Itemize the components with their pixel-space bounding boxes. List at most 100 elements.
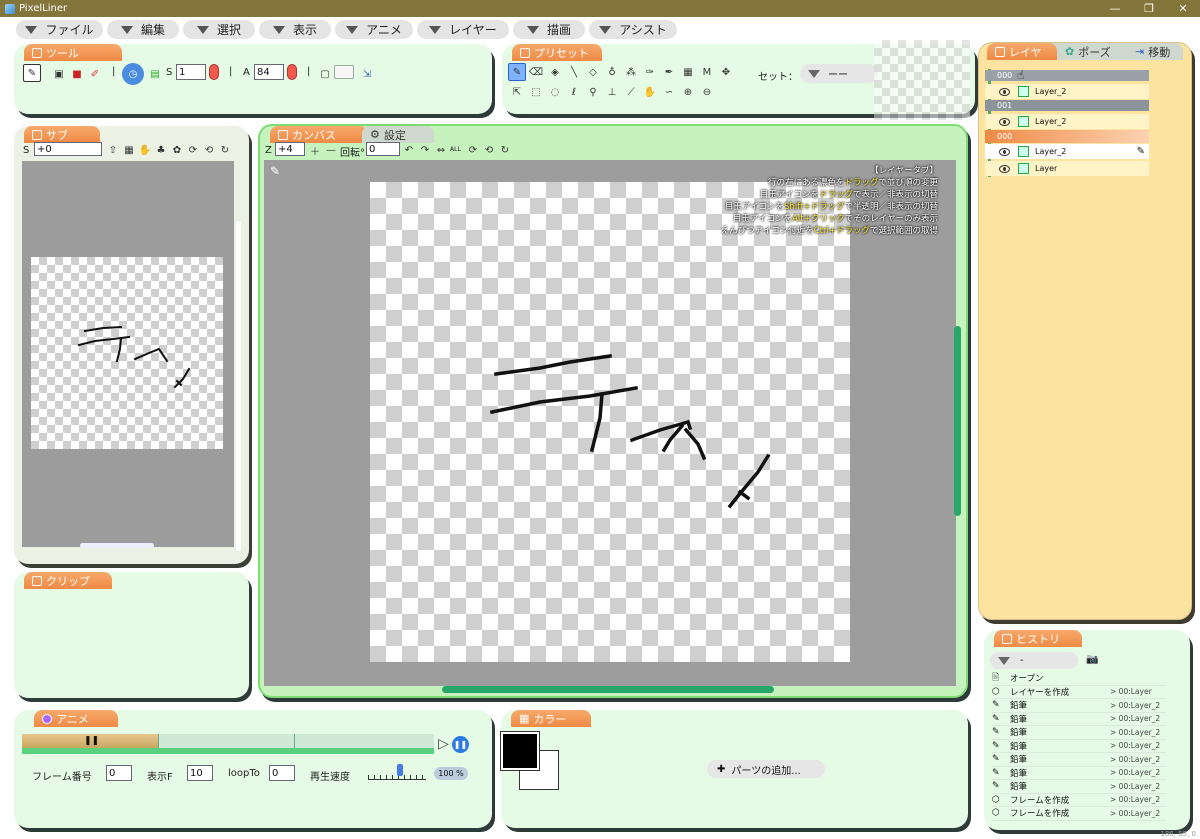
color-pen-icon[interactable]: ■ <box>68 65 86 83</box>
lasso-icon[interactable]: ℓ <box>565 83 583 101</box>
menu-anime[interactable]: アニメ <box>335 20 413 39</box>
canvas-hscrollbar[interactable] <box>442 686 774 693</box>
menu-draw[interactable]: 描画 <box>513 20 585 39</box>
close-button[interactable]: ✕ <box>1166 0 1200 17</box>
zoom-minus-icon[interactable]: — <box>322 141 340 159</box>
brush-icon[interactable]: ✑ <box>641 63 659 81</box>
menu-select[interactable]: 選択 <box>183 20 255 39</box>
history-item[interactable]: ✎ 鉛筆 > 00:Layer_2 <box>992 740 1166 753</box>
stamp-icon[interactable]: ⊥ <box>603 83 621 101</box>
history-item[interactable]: ✎ 鉛筆 > 00:Layer_2 <box>992 753 1166 767</box>
history-item[interactable]: ✎ 鉛筆 > 00:Layer_2 <box>992 713 1166 726</box>
zoom-in-icon[interactable]: ⊕ <box>679 83 697 101</box>
lock-icon[interactable]: ▤ <box>146 65 164 83</box>
refresh3-icon[interactable]: ↻ <box>496 141 514 159</box>
sub-vscrollbar[interactable] <box>236 221 241 551</box>
fill-pen-icon[interactable]: ✐ <box>86 65 104 83</box>
history-item[interactable]: ⬡ フレームを作成 > 00:Layer_2 <box>992 807 1166 821</box>
sub-preview-area[interactable] <box>22 161 234 548</box>
rect-select-icon[interactable]: ⬚ <box>527 83 545 101</box>
restore-button[interactable]: ❐ <box>1132 0 1166 17</box>
mirror-icon[interactable]: M <box>698 63 716 81</box>
spray-icon[interactable]: ⁂ <box>622 63 640 81</box>
history-item[interactable]: ⬡ レイヤーを作成 > 00:Layer <box>992 686 1166 699</box>
tab-pose[interactable]: ✿ ポーズ <box>1057 43 1127 60</box>
layer-row[interactable]: Layer_2 <box>985 114 1149 129</box>
layer-group-head-active[interactable]: 000 <box>985 130 1149 143</box>
wand-icon[interactable]: ⚲ <box>584 83 602 101</box>
history-select[interactable]: - <box>990 652 1078 669</box>
move-icon[interactable]: ⇲ <box>358 65 376 83</box>
layer-row[interactable]: Layer <box>985 161 1149 176</box>
zoom-input[interactable]: +4 <box>275 142 305 156</box>
eraser-icon[interactable]: ⌫ <box>527 63 545 81</box>
canvas-vscrollbar[interactable] <box>954 326 961 516</box>
layer-row-active[interactable]: Layer_2 ✎ <box>985 144 1149 159</box>
pencil-preset-icon[interactable]: ✎ <box>508 63 526 81</box>
show-frame-input[interactable]: 10 <box>187 765 213 781</box>
menu-view[interactable]: 表示 <box>259 20 331 39</box>
tab-history[interactable]: ヒストリ <box>994 630 1082 647</box>
zoom-out-icon[interactable]: ⊖ <box>698 83 716 101</box>
ellipse-select-icon[interactable]: ◌ <box>546 83 564 101</box>
eraser2-icon[interactable]: ◇ <box>584 63 602 81</box>
menu-file[interactable]: ファイル <box>16 20 103 39</box>
tab-tool[interactable]: ツール <box>24 44 122 61</box>
alpha-input[interactable]: 84 <box>254 64 284 80</box>
speed-slider-knob[interactable] <box>397 764 403 776</box>
tab-preset[interactable]: プリセット <box>512 44 602 61</box>
bucket-icon[interactable]: ◈ <box>546 63 564 81</box>
tab-color[interactable]: ▦ カラー <box>511 710 591 727</box>
history-item[interactable]: ✎ 鉛筆 > 00:Layer_2 <box>992 699 1166 713</box>
layer-row[interactable]: Layer_2 <box>985 84 1149 99</box>
rotation-input[interactable]: 0 <box>366 142 400 156</box>
canvas-viewport[interactable]: ✎ 【レイヤータブ】 行の左にある濃色をドラッグで並び順の変更 目玉アイコンをド… <box>264 160 956 686</box>
move-arrows-icon[interactable]: ✥ <box>717 63 735 81</box>
select-move-icon[interactable]: ⇱ <box>508 83 526 101</box>
layer-group-head[interactable]: 000 <box>985 70 1149 81</box>
menu-layer[interactable]: レイヤー <box>417 20 509 39</box>
fg-color-swatch[interactable] <box>500 731 540 771</box>
menu-edit[interactable]: 編集 <box>107 20 179 39</box>
flip-icon[interactable]: ⇔ <box>432 141 450 159</box>
history-item[interactable]: ✎ 鉛筆 > 00:Layer_2 <box>992 726 1166 740</box>
layer-group-head[interactable]: 001 <box>985 100 1149 111</box>
size-input[interactable]: 1 <box>176 64 206 80</box>
box-icon[interactable] <box>334 65 354 79</box>
menu-assist[interactable]: アシスト <box>589 20 677 39</box>
play-icon[interactable]: ▷ <box>438 736 449 752</box>
tab-clip[interactable]: クリップ <box>24 572 112 589</box>
add-parts-button[interactable]: ✚ パーツの追加... <box>707 760 825 778</box>
frame-input[interactable]: 0 <box>106 765 132 781</box>
pixel-pen-icon[interactable]: ▣ <box>50 65 68 83</box>
pencil-tool-icon[interactable]: ✎ <box>23 64 41 82</box>
hand-icon[interactable]: ✋ <box>641 83 659 101</box>
speed-slider[interactable] <box>368 764 426 780</box>
set-dropdown[interactable]: ーー <box>800 64 878 83</box>
history-item[interactable]: 🗎 オープン <box>992 672 1166 686</box>
pause-button[interactable]: ❚❚ <box>452 736 469 753</box>
minimize-button[interactable]: — <box>1098 0 1132 17</box>
refresh3-icon[interactable]: ↻ <box>216 141 234 159</box>
layer-check-icon[interactable] <box>1018 163 1029 174</box>
tab-anime[interactable]: アニメ <box>34 710 118 727</box>
eye-icon[interactable] <box>999 164 1010 173</box>
sub-scrollbar[interactable] <box>80 543 154 548</box>
dropper-icon[interactable]: ♁ <box>603 63 621 81</box>
drawing-canvas[interactable] <box>370 182 850 662</box>
layer-check-icon[interactable] <box>1018 146 1029 157</box>
history-item[interactable]: ⬡ フレームを作成 > 00:Layer_2 <box>992 794 1166 807</box>
loop-input[interactable]: 0 <box>269 765 295 781</box>
layer-check-icon[interactable] <box>1018 116 1029 127</box>
pencil-icon[interactable]: ✎ <box>1137 146 1145 157</box>
alpha-spinner[interactable] <box>287 64 297 80</box>
clock-icon[interactable]: ◷ <box>122 63 144 85</box>
tab-sub[interactable]: サブ <box>24 126 100 143</box>
sub-scale-input[interactable]: +0 <box>34 142 102 156</box>
history-item[interactable]: ✎ 鉛筆 > 00:Layer_2 <box>992 767 1166 780</box>
eye-icon[interactable] <box>999 87 1010 96</box>
size-spinner[interactable] <box>209 64 219 80</box>
line-icon[interactable]: ╲ <box>565 63 583 81</box>
history-item[interactable]: ✎ 鉛筆 > 00:Layer_2 <box>992 780 1166 794</box>
timeline[interactable]: ❚❚ <box>22 734 434 754</box>
